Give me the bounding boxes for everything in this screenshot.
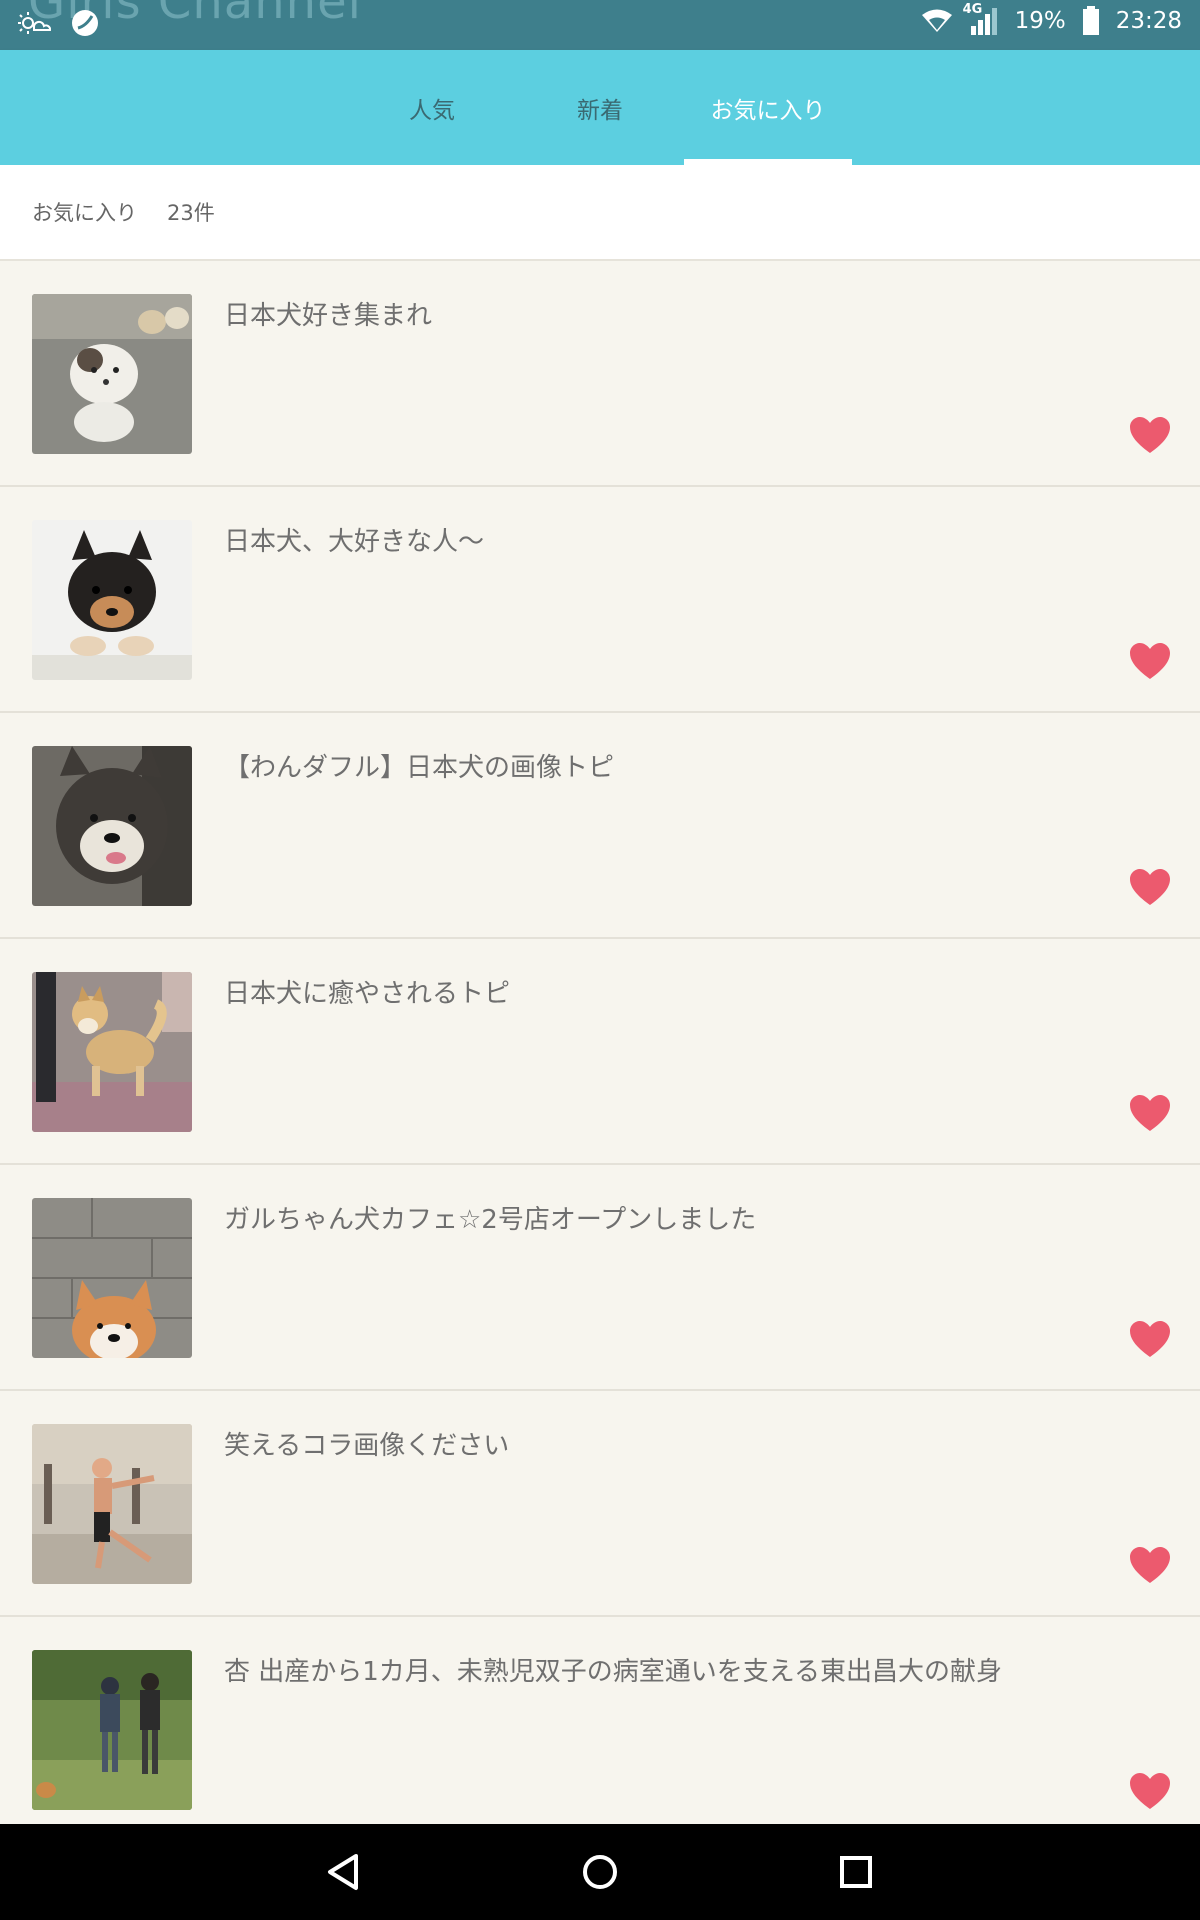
- back-icon[interactable]: [314, 1842, 374, 1902]
- battery-icon: [1082, 6, 1100, 36]
- tab-favorites-label: お気に入り: [710, 97, 826, 124]
- topic-title: 【わんダフル】日本犬の画像トピ: [224, 753, 615, 783]
- favorite-heart-icon[interactable]: [1128, 1093, 1172, 1133]
- favorites-label: お気に入り: [32, 201, 137, 225]
- favorite-heart-icon[interactable]: [1128, 867, 1172, 907]
- wifi-icon: [921, 8, 953, 34]
- topic-thumbnail: [32, 972, 192, 1132]
- list-item[interactable]: ガルちゃん犬カフェ☆2号店オープンしました: [0, 1165, 1200, 1391]
- topic-thumbnail: [32, 1424, 192, 1584]
- tab-popular-label: 人気: [409, 97, 455, 124]
- status-bar-left: [18, 8, 100, 38]
- tab-favorites[interactable]: お気に入り: [684, 50, 852, 165]
- topic-title: 笑えるコラ画像ください: [224, 1431, 510, 1461]
- list-item[interactable]: 日本犬に癒やされるトピ: [0, 939, 1200, 1165]
- tab-new-label: 新着: [577, 97, 623, 124]
- topic-title: 日本犬に癒やされるトピ: [224, 979, 511, 1009]
- recents-icon[interactable]: [826, 1842, 886, 1902]
- list-item[interactable]: 日本犬好き集まれ: [0, 261, 1200, 487]
- favorite-heart-icon[interactable]: [1128, 1545, 1172, 1585]
- favorite-heart-icon[interactable]: [1128, 1771, 1172, 1811]
- favorites-count: 23件: [167, 201, 215, 225]
- signal-icon: 4G: [963, 2, 999, 36]
- topic-title: 日本犬好き集まれ: [224, 301, 433, 331]
- favorite-heart-icon[interactable]: [1128, 641, 1172, 681]
- list-item[interactable]: 【わんダフル】日本犬の画像トピ: [0, 713, 1200, 939]
- tab-popular[interactable]: 人気: [348, 50, 516, 165]
- battery-percent: 19%: [1014, 8, 1066, 34]
- clock: 23:28: [1115, 8, 1182, 34]
- topic-thumbnail: [32, 294, 192, 454]
- tab-bar: 人気 新着 お気に入り: [0, 50, 1200, 165]
- status-bar: Girls Channel 4G 19% 23:28: [0, 0, 1200, 50]
- tab-new[interactable]: 新着: [516, 50, 684, 165]
- favorites-list: 日本犬好き集まれ 日本犬、大好きな人〜 【わんダフル】日本犬の画像トピ 日本犬に…: [0, 261, 1200, 1843]
- app-notification-icon: [70, 8, 100, 38]
- topic-title: ガルちゃん犬カフェ☆2号店オープンしました: [224, 1205, 757, 1235]
- home-icon[interactable]: [570, 1842, 630, 1902]
- topic-thumbnail: [32, 746, 192, 906]
- network-type-label: 4G: [962, 2, 983, 17]
- list-item[interactable]: 日本犬、大好きな人〜: [0, 487, 1200, 713]
- topic-thumbnail: [32, 520, 192, 680]
- status-bar-right: 4G 19% 23:28: [921, 2, 1182, 36]
- list-item[interactable]: 杏 出産から1カ月、未熟児双子の病室通いを支える東出昌大の献身: [0, 1617, 1200, 1843]
- topic-thumbnail: [32, 1650, 192, 1810]
- favorite-heart-icon[interactable]: [1128, 1319, 1172, 1359]
- weather-icon: [18, 10, 52, 36]
- topic-title: 日本犬、大好きな人〜: [224, 527, 485, 557]
- list-item[interactable]: 笑えるコラ画像ください: [0, 1391, 1200, 1617]
- topic-title: 杏 出産から1カ月、未熟児双子の病室通いを支える東出昌大の献身: [224, 1657, 1003, 1687]
- topic-thumbnail: [32, 1198, 192, 1358]
- favorite-heart-icon[interactable]: [1128, 415, 1172, 455]
- system-nav-bar: [0, 1824, 1200, 1920]
- favorites-header: お気に入り 23件: [0, 165, 1200, 261]
